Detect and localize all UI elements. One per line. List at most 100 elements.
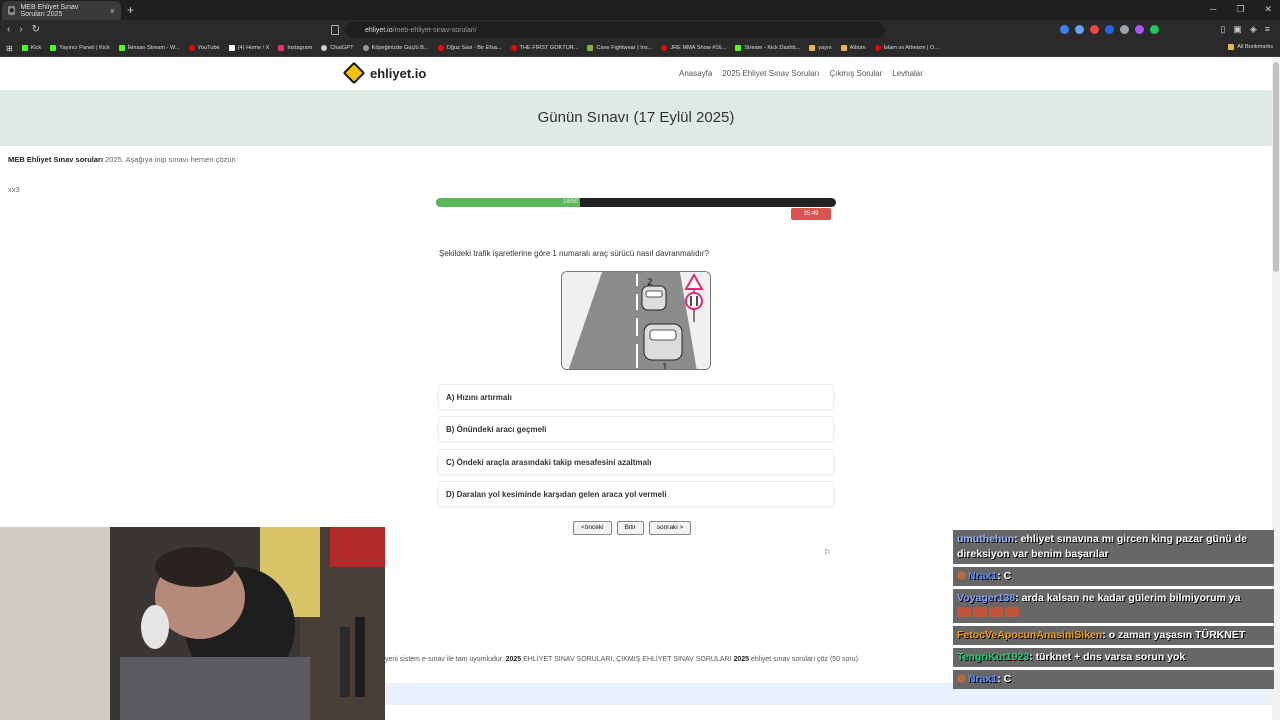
bookmark-folder[interactable]: Albüm: [840, 45, 866, 51]
new-tab-button[interactable]: +: [127, 3, 134, 17]
intro-bold: MEB Ehliyet Sınav soruları: [8, 155, 104, 164]
chat-username: FetocVeApocunAnasiniSiken: [957, 629, 1103, 641]
bookmark-item[interactable]: İslam vs Atheism | O...: [874, 45, 940, 51]
previous-button[interactable]: <önceki: [573, 521, 612, 535]
emote-icon: [989, 607, 1003, 617]
chat-text: o zaman yaşasın TÜRKNET: [1108, 629, 1246, 641]
chat-message: umuthehun: ehliyet sınavına mı gircen ki…: [953, 530, 1274, 564]
youtube-icon: [874, 45, 881, 51]
maximize-icon[interactable]: ❐: [1236, 4, 1244, 15]
answer-option-a[interactable]: A) Hızını artırmalı: [438, 384, 834, 410]
menu-item-2025-questions[interactable]: 2025 Ehliyet Sınav Soruları: [722, 69, 819, 78]
extension-icon[interactable]: [1075, 25, 1084, 34]
chat-message: Nrax1: C: [953, 567, 1274, 586]
site-favicon-icon: ◆: [8, 6, 16, 15]
scrollbar-thumb[interactable]: [1273, 62, 1279, 272]
answer-option-c[interactable]: C) Öndeki araçla arasındaki takip mesafe…: [438, 449, 834, 475]
footer-bold-1: 2025: [505, 656, 522, 663]
bookmark-label: Instagram: [287, 45, 313, 51]
tab-title: MEB Ehliyet Sınav Soruları 2025: [20, 3, 79, 18]
extension-icon[interactable]: [1135, 25, 1144, 34]
folder-icon: [809, 45, 816, 51]
progress-label: 18/50: [562, 199, 578, 205]
extension-icon[interactable]: [1060, 25, 1069, 34]
bookmark-label: Kick: [30, 45, 42, 51]
bookmark-label: YouTube: [197, 45, 220, 51]
user-badge-icon: [957, 674, 966, 683]
menu-item-signs[interactable]: Levhalar: [892, 69, 923, 78]
bookmark-item[interactable]: Cave Fightwear | Ins...: [587, 45, 652, 51]
car-1-label: 1: [662, 363, 668, 370]
wallet-icon[interactable]: ▣: [1233, 24, 1242, 35]
bookmark-icon[interactable]: [331, 25, 339, 35]
bookmark-label: JRE MMA Show #16...: [670, 45, 727, 51]
car-2-icon: [641, 285, 667, 311]
user-badge-icon: [957, 571, 966, 580]
bookmark-item[interactable]: THE FIRST GOKTUR...: [510, 45, 578, 51]
bookmark-label: Yayıncı Paneli | Kick: [59, 45, 110, 51]
back-icon[interactable]: ‹: [7, 24, 10, 35]
address-bar[interactable]: ehliyet.io/meb-ehliyet-sinav-sorulari/: [345, 22, 885, 38]
quiz-nav: <önceki Bitir sonraki >: [573, 521, 692, 535]
chat-message: FetocVeApocunAnasiniSiken: o zaman yaşas…: [953, 626, 1274, 645]
bookmark-label: Albüm: [849, 45, 866, 51]
answer-option-d[interactable]: D) Daralan yol kesiminde karşıdan gelen …: [438, 481, 834, 507]
site-header: ehliyet.io Anasayfa 2025 Ehliyet Sınav S…: [0, 57, 1272, 90]
browser-tab[interactable]: ◆ MEB Ehliyet Sınav Soruları 2025 ×: [2, 1, 121, 20]
question-text: Şekildeki trafik işaretlerine göre 1 num…: [439, 249, 709, 258]
bookmark-item[interactable]: Instagram: [278, 45, 312, 51]
hero-banner: Günün Sınavı (17 Eylül 2025): [0, 90, 1272, 146]
window-close-icon[interactable]: ✕: [1264, 4, 1272, 15]
menu-item-past-questions[interactable]: Çıkmış Sorular: [829, 69, 882, 78]
extension-icon[interactable]: [1090, 25, 1099, 34]
bookmark-item[interactable]: Kick: [21, 45, 42, 51]
bookmark-item[interactable]: Yayıncı Paneli | Kick: [50, 45, 110, 51]
finish-button[interactable]: Bitir: [616, 521, 644, 535]
apps-icon[interactable]: ⊞: [6, 44, 13, 53]
sidebar-icon[interactable]: ▯: [1220, 24, 1225, 35]
tab-close-icon[interactable]: ×: [110, 6, 115, 16]
bookmark-item[interactable]: (4) Home / X: [228, 45, 269, 51]
logo-text: ehliyet.io: [370, 65, 427, 81]
menu-icon[interactable]: ≡: [1265, 24, 1270, 35]
next-button[interactable]: sonraki >: [648, 521, 692, 535]
kick-icon: [735, 45, 742, 51]
all-bookmarks-button[interactable]: All Bookmarks: [1228, 44, 1273, 50]
folder-icon: [840, 45, 847, 51]
minimize-icon[interactable]: ─: [1210, 4, 1216, 15]
bookmark-item[interactable]: Köpeğinizde Güçlü B...: [362, 45, 429, 51]
placeholder-text: xx3: [8, 185, 20, 194]
bookmark-item[interactable]: İkinsan Stream - W...: [118, 45, 180, 51]
bookmark-label: İslam vs Atheism | O...: [883, 45, 940, 51]
web-icon: [587, 45, 594, 51]
footer-bold-2: 2025: [733, 656, 750, 663]
car-1-icon: [643, 323, 683, 361]
bookmark-folder[interactable]: yayın: [809, 45, 832, 51]
emote-icon: [1005, 607, 1019, 617]
youtube-icon: [437, 45, 444, 51]
forward-icon[interactable]: ›: [19, 24, 22, 35]
shield-icon[interactable]: ◈: [1250, 24, 1257, 35]
menu-item-home[interactable]: Anasayfa: [679, 69, 712, 78]
bookmark-item[interactable]: Oğuz Sasi - Bir Efsa...: [437, 45, 502, 51]
chatgpt-icon: [321, 45, 328, 51]
browser-actions: ▯ ▣ ◈ ≡: [1220, 24, 1270, 35]
bookmark-item[interactable]: ChatGPT: [321, 45, 354, 51]
chat-text: C: [1003, 570, 1012, 582]
report-icon[interactable]: ⚐: [824, 548, 831, 557]
x-icon: [228, 45, 235, 51]
webcam-overlay: [0, 527, 385, 720]
chat-text: C: [1003, 673, 1012, 685]
bookmark-item[interactable]: YouTube: [188, 45, 220, 51]
site-logo[interactable]: ehliyet.io: [342, 61, 427, 85]
reload-icon[interactable]: ↻: [32, 24, 40, 35]
bookmark-label: İkinsan Stream - W...: [127, 45, 180, 51]
bookmark-item[interactable]: JRE MMA Show #16...: [661, 45, 726, 51]
answer-option-b[interactable]: B) Önündeki aracı geçmeli: [438, 416, 834, 442]
chat-text: türknet + dns varsa sorun yok: [1035, 651, 1186, 663]
bookmark-label: Köpeğinizde Güçlü B...: [371, 45, 429, 51]
extension-icon[interactable]: [1120, 25, 1129, 34]
bookmark-item[interactable]: Stream - Kick Dashb...: [735, 45, 800, 51]
extension-icon[interactable]: [1150, 25, 1159, 34]
extension-icon[interactable]: [1105, 25, 1114, 34]
